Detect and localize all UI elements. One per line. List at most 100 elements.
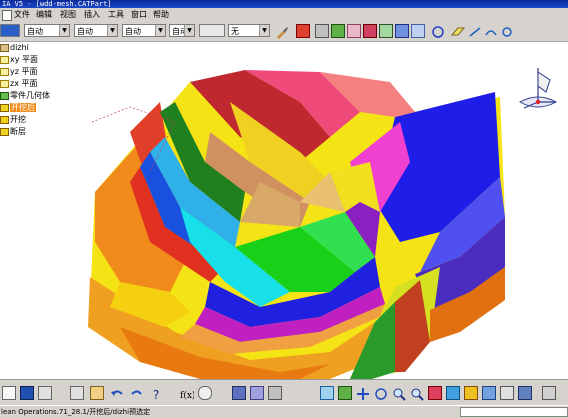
transparency-combo[interactable]: 自动 ▼ — [24, 24, 70, 37]
shape-icon[interactable] — [315, 24, 329, 38]
iso-view-icon[interactable] — [464, 386, 478, 400]
standard-toolbar: ? f(x) — [0, 379, 568, 406]
line-type-combo[interactable]: 自动 ▼ — [122, 24, 166, 37]
chevron-down-icon: ▼ — [155, 25, 165, 36]
menu-edit[interactable]: 编辑 — [36, 8, 52, 21]
terrain-model[interactable] — [0, 42, 568, 379]
rotate-view-icon[interactable] — [374, 386, 388, 400]
plane-icon — [0, 68, 9, 76]
tree-root[interactable]: dizhi — [0, 42, 29, 54]
chevron-down-icon: ▼ — [59, 25, 69, 36]
tree-item-part-body[interactable]: 零件几何体 — [0, 90, 50, 102]
multi-view-icon[interactable] — [446, 386, 460, 400]
chevron-down-icon: ▼ — [259, 25, 269, 36]
menu-window[interactable]: 窗口 — [131, 8, 147, 21]
hide-show-icon[interactable] — [500, 386, 514, 400]
window-title-bar: IA V5 - [wdd-mesh.CATPart] — [0, 0, 568, 8]
geometric-set-icon — [0, 104, 9, 112]
chevron-down-icon: ▼ — [184, 25, 194, 36]
paint-brush-icon[interactable] — [275, 24, 289, 39]
graphic-properties-toolbar: 自动 ▼ 自动 ▼ 自动 ▼ 自动 ▼ 无 ▼ — [0, 21, 568, 42]
undo-icon[interactable] — [110, 386, 124, 400]
geometric-set-icon — [0, 116, 9, 124]
swap-space-icon[interactable] — [518, 386, 532, 400]
rendering-style-combo[interactable]: 无 ▼ — [228, 24, 270, 37]
join-icon[interactable] — [363, 24, 377, 38]
line-thickness-combo[interactable]: 自动 ▼ — [74, 24, 118, 37]
status-text: lean Operations.71_28.1/开挖后/dizhi预选定 — [1, 408, 151, 416]
document-icon[interactable] — [2, 10, 12, 21]
spline-icon[interactable] — [500, 24, 514, 38]
line-icon[interactable] — [468, 24, 482, 38]
plane-icon — [0, 56, 9, 64]
rendering-style-combo-value: 无 — [231, 27, 239, 36]
command-input[interactable] — [460, 407, 568, 417]
shading-mode-icon[interactable] — [482, 386, 496, 400]
tree-item-excavation[interactable]: 开挖 — [0, 114, 26, 126]
tree-icon[interactable] — [250, 386, 264, 400]
menu-file[interactable]: 文件 — [14, 8, 30, 21]
wrap-icon[interactable] — [395, 24, 409, 38]
curve-icon[interactable] — [347, 24, 361, 38]
tree-item-after-excavation[interactable]: 开挖后 — [0, 102, 36, 114]
geometric-set-icon — [0, 128, 9, 136]
tree-item-label: 开挖 — [10, 115, 26, 124]
new-icon[interactable] — [2, 386, 16, 400]
transparency-combo-value: 自动 — [27, 27, 43, 36]
plane-icon[interactable] — [450, 24, 466, 38]
compass-icon[interactable] — [516, 62, 560, 112]
point-icon[interactable] — [484, 24, 498, 38]
extract-icon[interactable] — [411, 24, 425, 38]
capture-icon[interactable] — [542, 386, 556, 400]
line-thickness-combo-value: 自动 — [77, 27, 93, 36]
zoom-in-icon[interactable] — [392, 386, 406, 401]
fill-icon[interactable] — [379, 24, 393, 38]
paste-icon[interactable] — [90, 386, 104, 400]
tree-item-label: 开挖后 — [10, 103, 36, 112]
tree-item-label: 断层 — [10, 127, 26, 136]
svg-text:f(x): f(x) — [180, 390, 194, 401]
fit-all-icon[interactable] — [320, 386, 334, 400]
part-icon — [0, 44, 9, 52]
window-title: IA V5 - [wdd-mesh.CATPart] — [2, 0, 112, 8]
svg-text:?: ? — [153, 388, 159, 401]
surface-icon[interactable] — [331, 24, 345, 38]
tree-item-fault[interactable]: 断层 — [0, 126, 26, 138]
color-combo[interactable] — [0, 24, 20, 37]
help-icon[interactable]: ? — [150, 386, 164, 402]
layer-combo[interactable] — [199, 24, 225, 37]
comment-icon[interactable] — [198, 386, 212, 400]
print-icon[interactable] — [38, 386, 52, 400]
plane-icon — [0, 80, 9, 88]
table-icon[interactable] — [232, 386, 246, 400]
pan-icon[interactable] — [338, 386, 352, 400]
menu-bar: 文件 编辑 视图 插入 工具 窗口 帮助 — [0, 8, 568, 21]
menu-tools[interactable]: 工具 — [108, 8, 124, 21]
formula-icon[interactable]: f(x) — [180, 386, 195, 401]
tree-item-zx-plane[interactable]: zx 平面 — [0, 78, 37, 90]
tree-root-label: dizhi — [10, 43, 29, 52]
tree-item-label: yz 平面 — [10, 67, 38, 76]
measure-icon[interactable] — [268, 386, 282, 400]
line-type-combo-value: 自动 — [125, 27, 141, 36]
shading-icon[interactable] — [296, 24, 310, 38]
tree-item-label: zx 平面 — [10, 79, 38, 88]
tree-item-yz-plane[interactable]: yz 平面 — [0, 66, 37, 78]
menu-view[interactable]: 视图 — [60, 8, 76, 21]
3d-viewport[interactable] — [0, 42, 568, 379]
rotate-icon[interactable] — [356, 386, 370, 400]
status-bar: lean Operations.71_28.1/开挖后/dizhi预选定 — [0, 405, 568, 418]
menu-insert[interactable]: 插入 — [84, 8, 100, 21]
zoom-out-icon[interactable] — [410, 386, 424, 401]
redo-icon[interactable] — [130, 386, 144, 400]
chevron-down-icon: ▼ — [107, 25, 117, 36]
save-icon[interactable] — [20, 386, 34, 400]
tree-item-xy-plane[interactable]: xy 平面 — [0, 54, 38, 66]
tree-item-label: 零件几何体 — [10, 91, 50, 100]
point-symbol-combo[interactable]: 自动 ▼ — [169, 24, 195, 37]
normal-view-icon[interactable] — [428, 386, 442, 400]
circle-icon[interactable] — [431, 24, 445, 38]
cut-icon[interactable] — [70, 386, 84, 400]
menu-help[interactable]: 帮助 — [153, 8, 169, 21]
body-icon — [0, 92, 9, 100]
